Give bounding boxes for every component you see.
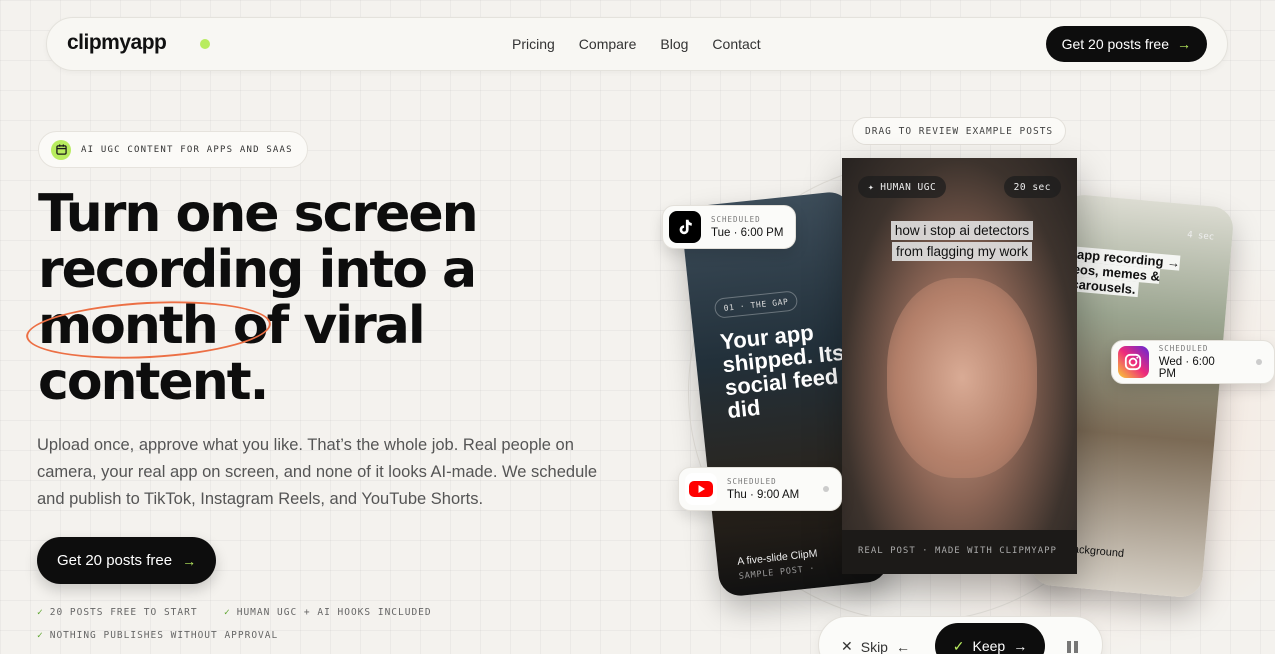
- schedule-chip-instagram: SCHEDULED Wed · 6:00 PM: [1111, 340, 1275, 384]
- keep-button[interactable]: ✓ Keep →: [935, 623, 1045, 654]
- hero-headline: Turn one screen recording into a month o…: [24, 184, 658, 412]
- nav-link-blog[interactable]: Blog: [660, 36, 688, 52]
- status-dot: [823, 486, 830, 492]
- nav-cta-label: Get 20 posts free: [1061, 36, 1169, 52]
- calendar-icon: [51, 139, 71, 160]
- schedule-time: Tue · 6:00 PM: [711, 227, 784, 239]
- human-ugc-text: HUMAN UGC: [880, 181, 937, 193]
- schedule-label: SCHEDULED: [727, 477, 777, 486]
- arrow-right-icon: →: [182, 552, 197, 569]
- video-caption: how i stop ai detectors from flagging my…: [877, 220, 1047, 262]
- logo[interactable]: clipmyapp: [67, 31, 167, 55]
- feature-text: 20 POSTS FREE TO START: [49, 607, 198, 618]
- tiktok-icon: [669, 211, 701, 243]
- headline-line-2: recording into a: [38, 240, 477, 300]
- video-thumbnail: [887, 278, 1037, 478]
- human-ugc-tag: ✦ HUMAN UGC: [858, 176, 947, 198]
- hero-subtext: Upload once, approve what you like. That…: [37, 436, 598, 508]
- caption-line-1: how i stop ai detectors: [890, 221, 1034, 240]
- schedule-time: Wed · 6:00 PM: [1158, 356, 1215, 380]
- check-icon: ✓: [37, 630, 44, 641]
- schedule-time: Thu · 9:00 AM: [727, 489, 800, 501]
- pause-icon[interactable]: [1067, 641, 1078, 653]
- skip-button[interactable]: ✕ Skip ←: [841, 638, 910, 654]
- headline-line-1: Turn one screen: [38, 184, 479, 244]
- feature-item: ✓ HUMAN UGC + AI HOOKS INCLUDED: [224, 607, 432, 618]
- circled-word: month: [24, 295, 273, 365]
- schedule-chip-youtube: SCHEDULED Thu · 9:00 AM: [678, 467, 843, 511]
- schedule-info: SCHEDULED Tue · 6:00 PM: [711, 215, 783, 239]
- arrow-left-icon: ←: [895, 638, 910, 654]
- right-card-tag: app recording → eos, memes & carousels.: [1070, 246, 1194, 301]
- status-dot: [1256, 359, 1263, 365]
- check-icon: ✓: [224, 607, 231, 618]
- nav-links: Pricing Compare Blog Contact: [512, 36, 761, 52]
- duration-pill: 20 sec: [1003, 176, 1061, 198]
- right-card-tag-text: app recording → eos, memes & carousels.: [1070, 246, 1181, 298]
- right-card-duration: 4 sec: [1186, 230, 1215, 243]
- check-icon: ✓: [37, 607, 44, 618]
- feature-item: ✓ 20 POSTS FREE TO START: [37, 607, 198, 618]
- card-footer-text: REAL POST · MADE WITH CLIPMYAPP: [858, 546, 1057, 556]
- top-nav: clipmyapp Pricing Compare Blog Contact G…: [46, 17, 1228, 71]
- drag-hint: DRAG TO REVIEW EXAMPLE POSTS: [852, 117, 1067, 145]
- schedule-label: SCHEDULED: [1158, 344, 1209, 353]
- headline-line-4: content.: [38, 352, 269, 412]
- example-post-card-center[interactable]: ✦ HUMAN UGC 20 sec how i stop ai detector…: [842, 158, 1077, 574]
- skip-label: Skip: [860, 638, 888, 654]
- nav-cta-button[interactable]: Get 20 posts free →: [1045, 26, 1207, 62]
- caption-line-2: from flagging my work: [891, 242, 1033, 261]
- slide-pill: 01 · THE GAP: [713, 290, 799, 319]
- check-icon: ✓: [952, 637, 965, 654]
- headline-line-3: month of viral: [24, 295, 658, 365]
- feature-text: HUMAN UGC + AI HOOKS INCLUDED: [236, 607, 432, 618]
- review-controls: ✕ Skip ← ✓ Keep →: [818, 616, 1103, 654]
- schedule-info: SCHEDULED Wed · 6:00 PM: [1159, 344, 1233, 380]
- instagram-icon: [1118, 346, 1149, 378]
- arrow-right-icon: →: [1013, 638, 1028, 654]
- logo-dot: [200, 39, 210, 49]
- arrow-right-icon: →: [1177, 36, 1191, 52]
- feature-text: NOTHING PUBLISHES WITHOUT APPROVAL: [49, 630, 279, 641]
- feature-item: ✓ NOTHING PUBLISHES WITHOUT APPROVAL: [37, 630, 278, 641]
- hero-badge: AI UGC CONTENT FOR APPS AND SAAS: [38, 131, 308, 168]
- badge-label: AI UGC CONTENT FOR APPS AND SAAS: [81, 144, 293, 155]
- schedule-label: SCHEDULED: [711, 215, 761, 224]
- nav-link-contact[interactable]: Contact: [712, 36, 760, 52]
- schedule-chip-tiktok: SCHEDULED Tue · 6:00 PM: [662, 205, 797, 249]
- hero-cta-label: Get 20 posts free: [57, 552, 173, 569]
- nav-link-pricing[interactable]: Pricing: [512, 36, 555, 52]
- card-footer: REAL POST · MADE WITH CLIPMYAPP: [842, 530, 1077, 574]
- youtube-icon: [685, 473, 717, 505]
- close-icon: ✕: [841, 638, 853, 654]
- sparkle-icon: ✦: [868, 181, 875, 193]
- hero-cta-button[interactable]: Get 20 posts free →: [37, 537, 217, 584]
- schedule-info: SCHEDULED Thu · 9:00 AM: [727, 477, 799, 501]
- nav-link-compare[interactable]: Compare: [579, 36, 637, 52]
- keep-label: Keep: [972, 638, 1006, 654]
